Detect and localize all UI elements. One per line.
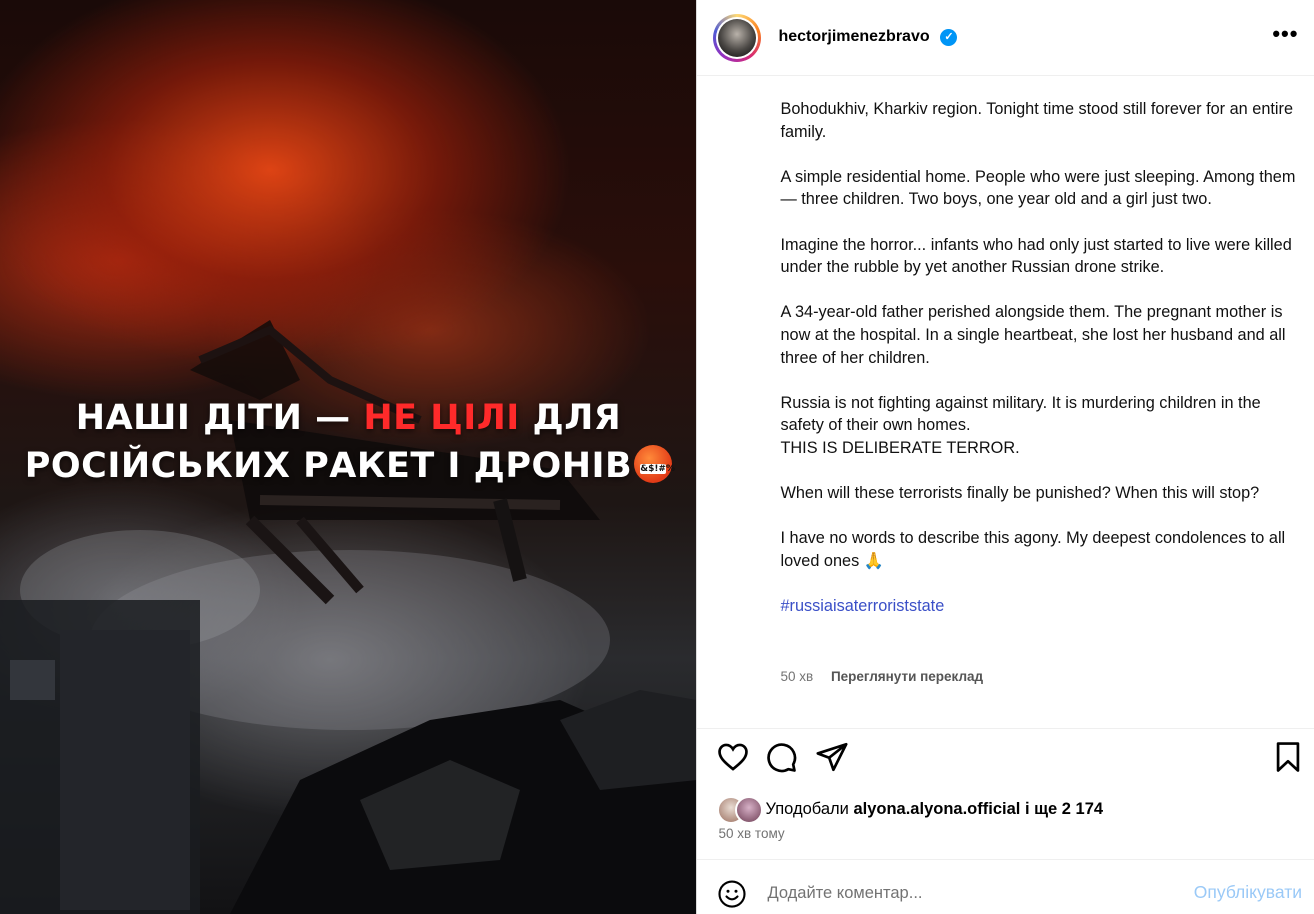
caption-paragraph: Russia is not fighting against military.… <box>780 393 1261 435</box>
caption-paragraph: THIS IS DELIBERATE TERROR. <box>780 438 1020 457</box>
praying-hands-icon: 🙏 <box>863 551 885 570</box>
avatar-frame <box>716 17 759 59</box>
comment-icon[interactable] <box>764 740 798 774</box>
divider <box>697 728 1314 729</box>
angry-face-icon: &$!#% <box>634 445 675 483</box>
liker-avatar <box>735 796 764 824</box>
caption-paragraph-last: I have no words to describe this agony. … <box>780 527 1295 572</box>
caption-meta: 50 хв Переглянути переклад <box>780 669 983 684</box>
headline-text-line2: РОСІЙСЬКИХ РАКЕТ І ДРОНІВ <box>24 446 633 486</box>
verified-badge-icon: ✓ <box>940 29 958 46</box>
headline-text-red: НЕ ЦІЛІ <box>363 398 520 438</box>
likes-summary: Уподобали alyona.alyona.official і ще 2 … <box>765 800 1103 819</box>
caption-text: I have no words to describe this agony. … <box>780 529 1286 570</box>
post-header: hectorjimenezbravo ✓ ••• <box>697 0 1314 76</box>
headline-text-end: ДЛЯ <box>532 398 622 438</box>
caption-paragraph: When will these terrorists finally be pu… <box>780 484 1260 503</box>
comment-input[interactable]: Додайте коментар... <box>767 884 922 903</box>
heart-icon[interactable] <box>716 740 750 774</box>
caption-paragraph: A 34-year-old father perished alongside … <box>780 303 1286 367</box>
caption-age: 50 хв <box>780 669 814 684</box>
caption: Bohodukhiv, Kharkiv region. Tonight time… <box>780 98 1295 618</box>
avatar-photo <box>718 19 757 57</box>
bookmark-icon[interactable] <box>1271 740 1305 774</box>
post-time: 50 хв тому <box>718 826 785 841</box>
emoji-symbols: &$!#% <box>640 464 675 474</box>
post-view: НАШІ ДІТИ — НЕ ЦІЛІ ДЛЯ РОСІЙСЬКИХ РАКЕТ… <box>0 0 1314 914</box>
username-link[interactable]: hectorjimenezbravo <box>778 28 929 46</box>
emoji-picker-icon[interactable] <box>717 879 747 909</box>
post-panel: hectorjimenezbravo ✓ ••• Bohodukhiv, Kha… <box>696 0 1314 914</box>
hashtag-row: #russiaisaterroriststate <box>780 595 1295 618</box>
share-icon[interactable] <box>815 740 849 774</box>
see-translation-button[interactable]: Переглянути переклад <box>831 669 983 684</box>
caption-paragraph: A simple residential home. People who we… <box>780 167 1296 209</box>
divider <box>697 859 1314 860</box>
publish-button[interactable]: Опублікувати <box>1194 882 1302 903</box>
likes-prefix: Уподобали <box>765 800 849 818</box>
likes-count-link[interactable]: і ще 2 174 <box>1025 800 1103 818</box>
headline-line-1: НАШІ ДІТИ — НЕ ЦІЛІ ДЛЯ <box>0 398 696 438</box>
caption-paragraph: Bohodukhiv, Kharkiv region. Tonight time… <box>780 100 1293 141</box>
headline-text-white: НАШІ ДІТИ — <box>75 398 351 438</box>
hashtag-link[interactable]: #russiaisaterroriststate <box>780 597 944 615</box>
post-image[interactable]: НАШІ ДІТИ — НЕ ЦІЛІ ДЛЯ РОСІЙСЬКИХ РАКЕТ… <box>0 0 697 914</box>
caption-paragraph: Imagine the horror... infants who had on… <box>780 235 1292 277</box>
avatar[interactable] <box>713 14 762 62</box>
action-bar <box>697 740 1314 782</box>
liker-username-link[interactable]: alyona.alyona.official <box>853 800 1020 818</box>
headline-line-2: РОСІЙСЬКИХ РАКЕТ І ДРОНІВ &$!#% <box>0 445 696 486</box>
more-options-icon[interactable]: ••• <box>1272 23 1298 45</box>
